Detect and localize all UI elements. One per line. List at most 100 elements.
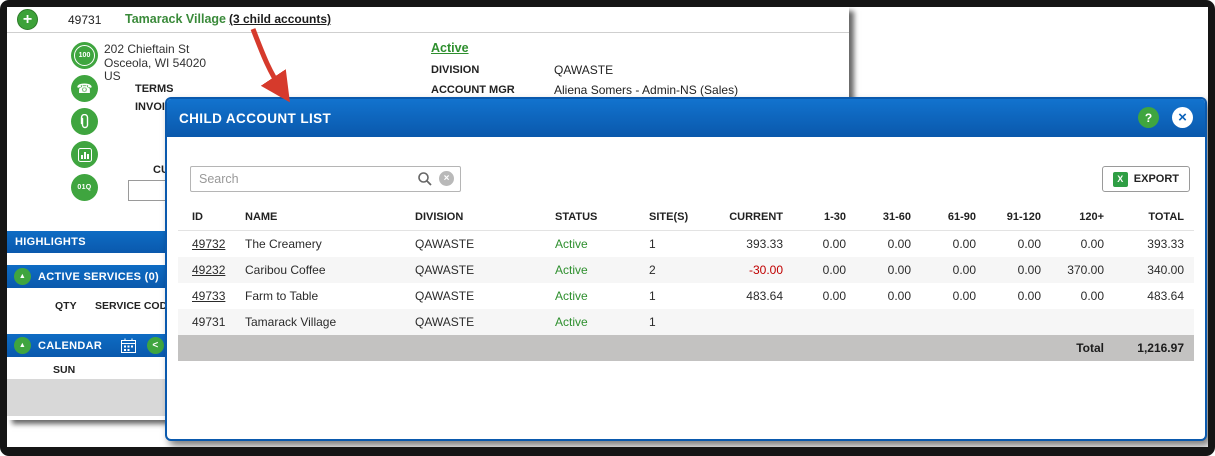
cell-1-30: 0.00	[822, 263, 846, 277]
cell-status: Active	[555, 315, 588, 329]
child-accounts-table: ID NAME DIVISION STATUS SITE(S) CURRENT …	[178, 204, 1194, 361]
cell-1-30: 0.00	[822, 237, 846, 251]
excel-icon: X	[1112, 171, 1128, 187]
close-button[interactable]: ×	[1172, 107, 1193, 128]
collapse-chevron-icon[interactable]: ▲	[14, 268, 31, 285]
cell-120-plus	[1042, 309, 1105, 335]
cell-61-90: 0.00	[952, 289, 976, 303]
cell-31-60: 0.00	[887, 263, 911, 277]
add-button[interactable]: +	[17, 9, 38, 30]
cell-name: Caribou Coffee	[245, 263, 326, 277]
cell-1-30	[784, 309, 847, 335]
cell-sites: 1	[649, 237, 656, 251]
col-header-31-60: 31-60	[847, 204, 912, 231]
cell-total: 393.33	[1147, 237, 1184, 251]
total-value: 1,216.97	[1137, 341, 1184, 355]
sunday-column-header: SUN	[53, 364, 76, 376]
plus-icon: +	[22, 10, 33, 28]
red-arrow	[250, 28, 290, 103]
table-row[interactable]: 49232 Caribou Coffee QAWASTE Active 2 -3…	[178, 257, 1194, 283]
export-button[interactable]: X EXPORT	[1101, 166, 1190, 192]
collapse-chevron-icon[interactable]: ▲	[14, 337, 31, 354]
cell-31-60: 0.00	[887, 289, 911, 303]
cell-status: Active	[555, 237, 588, 251]
cell-1-30: 0.00	[822, 289, 846, 303]
address-line2: Osceola, WI 54020	[104, 55, 207, 70]
qty-column-header: QTY	[55, 300, 77, 312]
table-row[interactable]: 49732 The Creamery QAWASTE Active 1 393.…	[178, 231, 1194, 258]
calendar-prev-button[interactable]: <	[147, 337, 164, 354]
export-label: EXPORT	[1133, 173, 1179, 185]
modal-titlebar: CHILD ACCOUNT LIST ? ×	[167, 99, 1205, 137]
cell-61-90: 0.00	[952, 237, 976, 251]
search-icon	[418, 172, 432, 186]
cell-current: 393.33	[746, 237, 783, 251]
table-row[interactable]: 49733 Farm to Table QAWASTE Active 1 483…	[178, 283, 1194, 309]
modal-body: × X EXPORT ID NAME	[167, 137, 1205, 439]
cell-division: QAWASTE	[415, 237, 475, 251]
truncated-input[interactable]	[128, 180, 166, 201]
cell-division: QAWASTE	[415, 315, 475, 329]
col-header-120-plus: 120+	[1042, 204, 1105, 231]
analytics-icon[interactable]	[71, 141, 98, 168]
cell-91-120: 0.00	[1017, 289, 1041, 303]
chevron-up-glyph: ▲	[18, 273, 27, 280]
total-row-spacer	[178, 335, 1042, 361]
phone-glyph: ☎	[76, 81, 93, 96]
modal-title: CHILD ACCOUNT LIST	[179, 110, 332, 126]
chevron-up-glyph: ▲	[18, 342, 27, 349]
account-id-text: 49731	[192, 315, 226, 329]
account-mgr-value: Aliena Somers - Admin-NS (Sales)	[554, 83, 739, 97]
division-value: QAWASTE	[554, 63, 614, 77]
table-row[interactable]: 49731 Tamarack Village QAWASTE Active 1	[178, 309, 1194, 335]
cell-120-plus: 0.00	[1080, 237, 1104, 251]
address-line1: 202 Chieftain St	[104, 42, 190, 56]
account-id-link[interactable]: 49232	[192, 263, 225, 277]
cell-status: Active	[555, 289, 588, 303]
clear-icon: ×	[443, 172, 450, 184]
total-row: Total 1,216.97	[178, 335, 1194, 361]
service-code-column-header: SERVICE CODE	[95, 300, 175, 312]
account-id: 49731	[68, 13, 102, 27]
account-status-link[interactable]: Active	[431, 41, 469, 55]
total-label: Total	[1076, 341, 1104, 355]
search-box: ×	[190, 166, 461, 192]
badge-100-glyph: 100	[74, 45, 95, 66]
col-header-91-120: 91-120	[977, 204, 1042, 231]
cell-61-90: 0.00	[952, 263, 976, 277]
col-header-id: ID	[178, 204, 231, 231]
col-header-1-30: 1-30	[784, 204, 847, 231]
cell-current: -30.00	[748, 263, 783, 277]
account-address: 202 Chieftain St Osceola, WI 54020 US	[104, 42, 207, 84]
cell-current	[695, 309, 784, 335]
help-button[interactable]: ?	[1138, 107, 1159, 128]
attachment-icon[interactable]	[71, 108, 98, 135]
child-accounts-link[interactable]: (3 child accounts)	[229, 12, 331, 26]
clear-search-button[interactable]: ×	[439, 171, 454, 186]
cell-division: QAWASTE	[415, 289, 475, 303]
cell-31-60: 0.00	[887, 237, 911, 251]
col-header-sites: SITE(S)	[635, 204, 695, 231]
calendar-view-button[interactable]	[121, 338, 136, 356]
cell-name: Farm to Table	[245, 289, 319, 303]
cell-91-120	[977, 309, 1042, 335]
account-id-link[interactable]: 49732	[192, 237, 225, 251]
cell-61-90	[912, 309, 977, 335]
cell-name: The Creamery	[245, 237, 322, 251]
terms-label: TERMS	[135, 83, 174, 95]
barcode-icon[interactable]: 01Q	[71, 174, 98, 201]
help-icon: ?	[1144, 110, 1153, 125]
account-id-link[interactable]: 49733	[192, 289, 225, 303]
account-header: + 49731 Tamarack Village (3 child accoun…	[7, 7, 849, 33]
cell-current: 483.64	[746, 289, 783, 303]
cell-120-plus: 0.00	[1080, 289, 1104, 303]
account-mgr-label: ACCOUNT MGR	[431, 84, 515, 96]
score-100-icon[interactable]: 100	[71, 42, 98, 69]
phone-icon[interactable]: ☎	[71, 75, 98, 102]
address-line3: US	[104, 69, 121, 83]
table-header-row: ID NAME DIVISION STATUS SITE(S) CURRENT …	[178, 204, 1194, 231]
cell-sites: 2	[649, 263, 656, 277]
col-header-name: NAME	[231, 204, 401, 231]
cell-division: QAWASTE	[415, 263, 475, 277]
child-account-list-modal: CHILD ACCOUNT LIST ? × ×	[165, 97, 1207, 441]
